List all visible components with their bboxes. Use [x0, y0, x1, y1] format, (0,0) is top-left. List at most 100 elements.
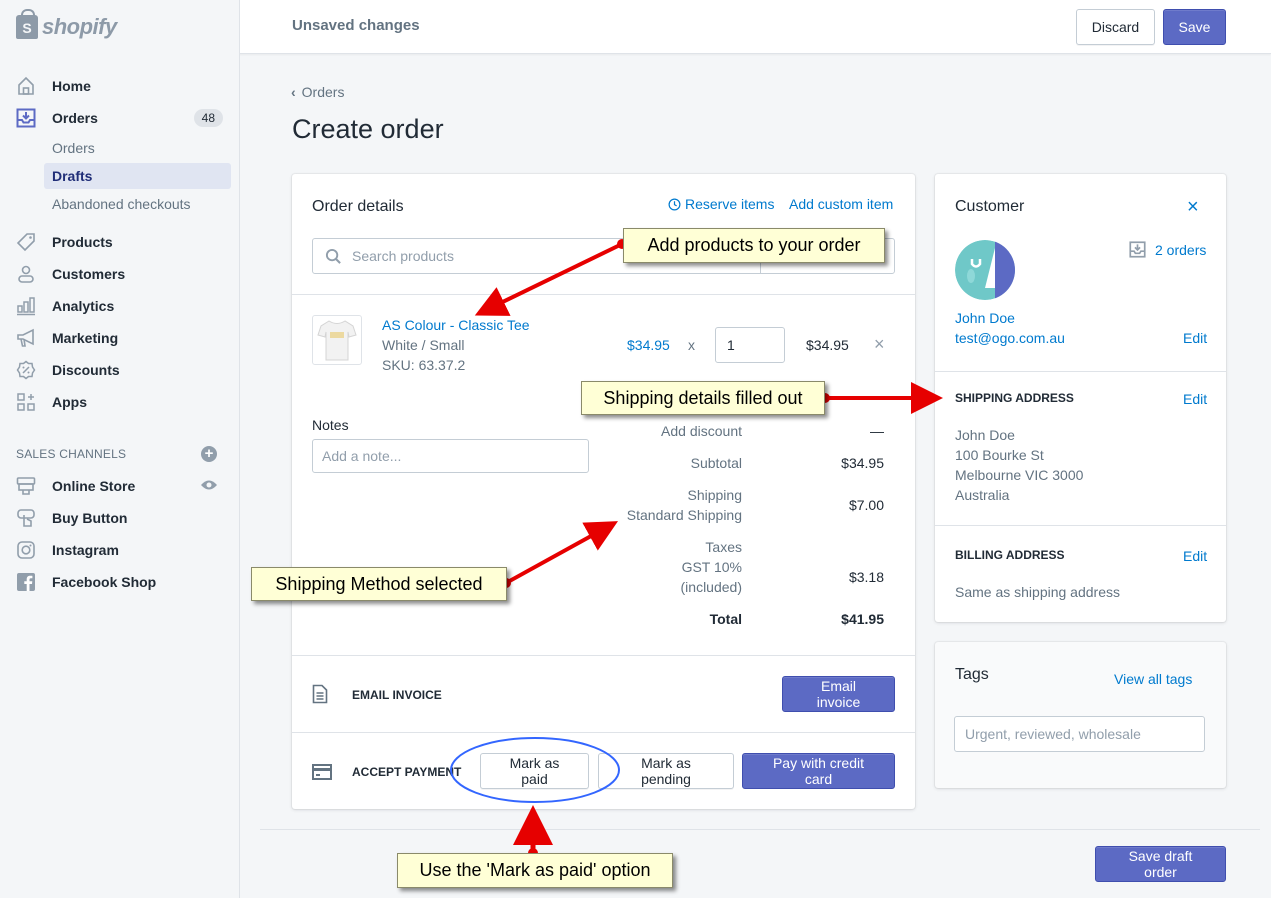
- customer-name-link[interactable]: John Doe: [955, 310, 1015, 326]
- divider: [292, 294, 915, 295]
- discount-value: —: [870, 423, 884, 439]
- product-price-link[interactable]: $34.95: [627, 337, 670, 353]
- orders-icon: [16, 108, 36, 128]
- tags-card: Tags View all tags: [935, 642, 1226, 788]
- unsaved-changes-label: Unsaved changes: [292, 17, 420, 34]
- billing-address-heading: BILLING ADDRESS: [955, 548, 1065, 562]
- arrow-mark-paid: [513, 805, 553, 858]
- sidebar-item-facebook-shop[interactable]: Facebook Shop: [0, 566, 240, 598]
- orders-count-link: 2 orders: [1155, 241, 1207, 258]
- shipping-address-heading: SHIPPING ADDRESS: [955, 391, 1074, 405]
- customer-orders-link[interactable]: 2 orders: [1129, 241, 1206, 258]
- sidebar-item-online-store[interactable]: Online Store: [0, 470, 240, 502]
- divider: [292, 655, 915, 656]
- mark-as-paid-button[interactable]: Mark as paid: [480, 753, 589, 789]
- quantity-input[interactable]: [715, 327, 785, 363]
- shipping-value: $7.00: [848, 497, 884, 513]
- divider: [292, 732, 915, 733]
- sidebar: Home Orders 48 Orders Drafts Abandoned c…: [0, 54, 240, 898]
- tag-icon: [16, 232, 36, 252]
- line-total: $34.95: [806, 337, 849, 353]
- sidebar-item-home[interactable]: Home: [0, 70, 240, 102]
- sidebar-item-orders[interactable]: Orders 48: [0, 102, 240, 134]
- breadcrumb[interactable]: ‹ Orders: [291, 84, 344, 100]
- customer-title: Customer: [955, 198, 1025, 215]
- top-bar: S shopify Unsaved changes Discard Save: [0, 0, 1271, 54]
- remove-customer-icon[interactable]: ×: [1187, 196, 1199, 219]
- pay-with-credit-card-button[interactable]: Pay with credit card: [742, 753, 895, 789]
- reserve-items-link[interactable]: Reserve items: [668, 196, 774, 212]
- breadcrumb-orders-link[interactable]: Orders: [302, 84, 345, 100]
- sidebar-sub-drafts[interactable]: Drafts: [44, 163, 231, 189]
- tags-input[interactable]: [954, 716, 1205, 752]
- orders-icon: [1129, 241, 1146, 258]
- sidebar-item-label: Home: [52, 78, 91, 94]
- credit-card-icon: [312, 764, 332, 783]
- edit-shipping-address-link[interactable]: Edit: [1183, 391, 1207, 407]
- sidebar-sub-orders[interactable]: Orders: [44, 135, 231, 161]
- shipping-address-line: John Doe: [955, 427, 1015, 443]
- subtotal-value: $34.95: [841, 455, 884, 471]
- search-icon: [325, 248, 341, 264]
- notes-input[interactable]: [312, 439, 589, 473]
- sidebar-sub-abandoned-checkouts[interactable]: Abandoned checkouts: [44, 191, 231, 217]
- shopify-logo[interactable]: S shopify: [0, 0, 240, 54]
- add-custom-item-link[interactable]: Add custom item: [789, 196, 893, 212]
- taxes-link[interactable]: Taxes: [705, 539, 742, 555]
- sidebar-item-discounts[interactable]: Discounts: [0, 354, 240, 386]
- shipping-link[interactable]: Shipping: [688, 487, 743, 503]
- home-icon: [16, 76, 36, 96]
- multiply-sign: x: [688, 337, 695, 353]
- email-invoice-button[interactable]: Email invoice: [782, 676, 895, 712]
- sidebar-item-label: Marketing: [52, 330, 119, 346]
- sidebar-item-analytics[interactable]: Analytics: [0, 290, 240, 322]
- add-discount-link[interactable]: Add discount: [661, 423, 742, 439]
- subtotal-label: Subtotal: [690, 455, 742, 471]
- sidebar-item-label: Instagram: [52, 542, 119, 558]
- product-sku: SKU: 63.37.2: [382, 357, 466, 373]
- notes-label: Notes: [312, 417, 349, 433]
- discard-button[interactable]: Discard: [1076, 9, 1155, 45]
- sidebar-item-label: Customers: [52, 266, 126, 282]
- save-button[interactable]: Save: [1163, 9, 1226, 45]
- invoice-document-icon: [312, 684, 328, 707]
- order-details-title: Order details: [312, 198, 404, 215]
- customer-email-link[interactable]: test@ogo.com.au: [955, 330, 1065, 346]
- sidebar-item-marketing[interactable]: Marketing: [0, 322, 240, 354]
- sidebar-item-label: Analytics: [52, 298, 115, 314]
- shipping-method: Standard Shipping: [626, 507, 742, 523]
- sidebar-item-products[interactable]: Products: [0, 226, 240, 258]
- remove-item-icon[interactable]: ×: [874, 334, 885, 355]
- sidebar-item-buy-button[interactable]: Buy Button: [0, 502, 240, 534]
- product-variant: White / Small: [382, 337, 465, 353]
- edit-customer-link[interactable]: Edit: [1183, 330, 1207, 346]
- divider: [935, 371, 1226, 372]
- logo-text: shopify: [42, 14, 117, 39]
- footer-divider: [260, 829, 1260, 830]
- tags-title: Tags: [955, 666, 989, 683]
- view-all-tags-link[interactable]: View all tags: [1114, 671, 1192, 687]
- order-details-card: Order details Reserve items Add custom i…: [292, 174, 915, 809]
- edit-billing-address-link[interactable]: Edit: [1183, 548, 1207, 564]
- sidebar-item-instagram[interactable]: Instagram: [0, 534, 240, 566]
- chevron-left-icon: ‹: [291, 84, 296, 100]
- product-name-link[interactable]: AS Colour - Classic Tee: [382, 317, 530, 333]
- facebook-icon: [16, 572, 36, 592]
- mark-as-pending-button[interactable]: Mark as pending: [598, 753, 734, 789]
- callout-shipping-details: Shipping details filled out: [581, 381, 825, 415]
- sidebar-item-label: Orders: [52, 110, 98, 126]
- sidebar-item-customers[interactable]: Customers: [0, 258, 240, 290]
- shipping-address-line: Australia: [955, 487, 1010, 503]
- page-title: Create order: [292, 114, 444, 144]
- total-value: $41.95: [841, 611, 884, 627]
- add-sales-channel-icon[interactable]: +: [201, 446, 217, 462]
- eye-icon[interactable]: [200, 478, 218, 494]
- tax-name: GST 10%: [681, 559, 742, 575]
- sales-channels-heading: SALES CHANNELS: [16, 447, 127, 461]
- sidebar-item-apps[interactable]: Apps: [0, 386, 240, 418]
- save-draft-order-button[interactable]: Save draft order: [1095, 846, 1226, 882]
- tax-note: (included): [680, 579, 742, 595]
- total-label: Total: [709, 611, 742, 627]
- sidebar-item-label: Online Store: [52, 478, 136, 494]
- customer-card: Customer × 2 orders John Doe test@ogo.co…: [935, 174, 1226, 622]
